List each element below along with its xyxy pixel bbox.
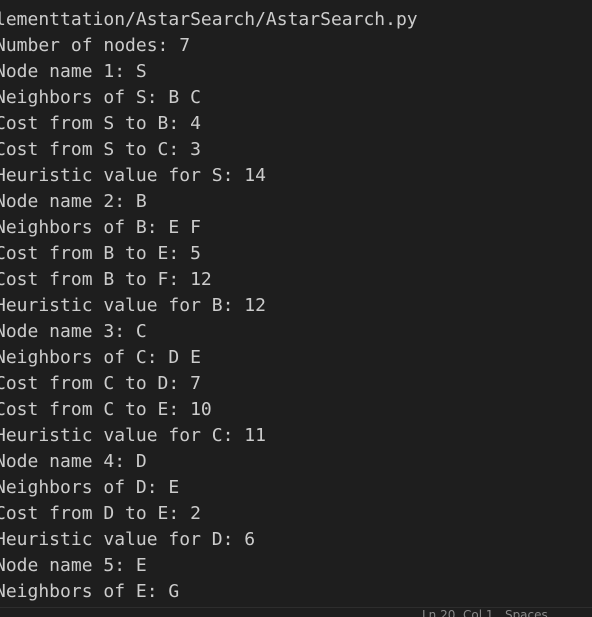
terminal-line: Heuristic value for B: 12: [0, 295, 266, 316]
terminal-line: Node name 3: C: [0, 321, 147, 342]
terminal-line: Neighbors of S: B C: [0, 87, 201, 108]
terminal-line: Cost from S to B: 4: [0, 113, 201, 134]
terminal-line: Node name 2: B: [0, 191, 147, 212]
terminal-line: Heuristic value for C: 11: [0, 425, 266, 446]
terminal-line: Cost from C to E: 10: [0, 399, 212, 420]
terminal-line: Cost from S to C: 3: [0, 139, 201, 160]
terminal-line: Neighbors of E: G: [0, 581, 180, 602]
terminal-line: Cost from B to E: 5: [0, 243, 201, 264]
terminal-line: Neighbors of D: E: [0, 477, 180, 498]
terminal-line: Cost from C to D: 7: [0, 373, 201, 394]
terminal-line: Heuristic value for D: 6: [0, 529, 256, 550]
terminal-line: Cost from D to E: 2: [0, 503, 201, 524]
terminal-line: Number of nodes: 7: [0, 35, 191, 56]
terminal-line: Node name 4: D: [0, 451, 147, 472]
terminal-line: Cost from B to F: 12: [0, 269, 212, 290]
terminal-line: lementtation/AstarSearch/AstarSearch.py: [0, 9, 418, 30]
terminal-line: Node name 1: S: [0, 61, 147, 82]
terminal-line: Node name 5: E: [0, 555, 147, 576]
terminal-line: Heuristic value for S: 14: [0, 165, 266, 186]
terminal-line: Neighbors of C: D E: [0, 347, 201, 368]
terminal-line: Neighbors of B: E F: [0, 217, 201, 238]
terminal-output[interactable]: lementtation/AstarSearch/AstarSearch.py …: [0, 7, 592, 607]
